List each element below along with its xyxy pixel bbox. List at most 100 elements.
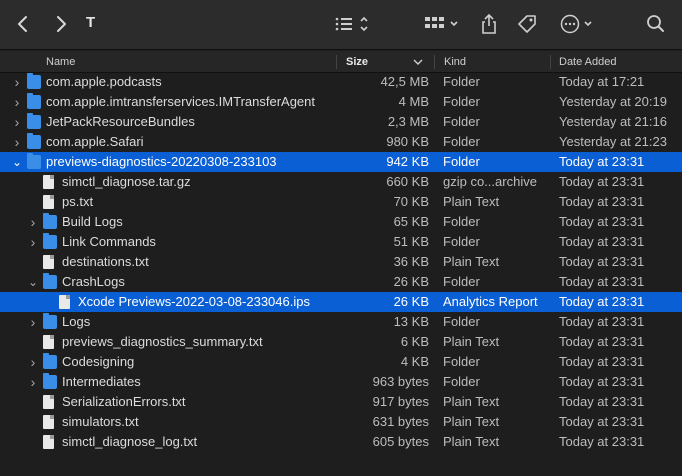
item-kind: Plain Text	[443, 434, 500, 449]
item-size: 13 KB	[393, 314, 429, 329]
disclosure-collapsed-icon[interactable]: ›	[12, 92, 22, 112]
item-kind: Plain Text	[443, 394, 500, 409]
item-size: 42,5 MB	[380, 74, 429, 89]
folder-row[interactable]: › com.apple.Safari 980 KB Folder Yesterday a…	[0, 132, 682, 152]
item-date-added: Today at 23:31	[559, 374, 645, 389]
forward-button[interactable]	[54, 13, 68, 35]
more-actions-button[interactable]	[560, 13, 598, 35]
item-kind: Plain Text	[443, 254, 500, 269]
column-date-header[interactable]: Date Added	[559, 51, 617, 73]
column-kind-header[interactable]: Kind	[444, 51, 466, 73]
column-name-header[interactable]: Name	[46, 51, 75, 73]
item-kind: Folder	[443, 134, 480, 149]
column-divider[interactable]	[434, 55, 435, 69]
list-icon	[335, 16, 368, 32]
disclosure-collapsed-icon[interactable]: ›	[12, 112, 22, 132]
file-row[interactable]: Xcode Previews-2022-03-08-233046.ips 26 K…	[0, 292, 682, 312]
file-row[interactable]: SerializationErrors.txt 917 bytes Plain Te…	[0, 392, 682, 412]
item-name: Link Commands	[62, 234, 156, 249]
item-kind: Folder	[443, 274, 480, 289]
item-name: ps.txt	[62, 194, 94, 209]
item-name: previews_diagnostics_summary.txt	[62, 334, 263, 349]
item-size: 36 KB	[393, 254, 429, 269]
file-row[interactable]: simulators.txt 631 bytes Plain Text Today a…	[0, 412, 682, 432]
document-icon	[43, 435, 54, 449]
column-size-header[interactable]: Size	[346, 51, 368, 73]
folder-row[interactable]: › Logs 13 KB Folder Today at 23:31	[0, 312, 682, 332]
file-row[interactable]: simctl_diagnose_log.txt 605 bytes Plain Te…	[0, 432, 682, 452]
item-kind: Folder	[443, 214, 480, 229]
share-icon	[482, 13, 496, 34]
item-kind: gzip co...archive	[443, 174, 537, 189]
item-name: com.apple.podcasts	[46, 74, 162, 89]
file-row[interactable]: simctl_diagnose.tar.gz 660 KB gzip co...ar…	[0, 172, 682, 192]
document-icon	[43, 255, 54, 269]
item-date-added: Today at 23:31	[559, 334, 645, 349]
item-kind: Plain Text	[443, 334, 500, 349]
window-title: T	[86, 14, 96, 31]
file-row[interactable]: ps.txt 70 KB Plain Text Today at 23:31	[0, 192, 682, 212]
item-size: 6 KB	[400, 334, 429, 349]
item-name: Logs	[62, 314, 91, 329]
disclosure-collapsed-icon[interactable]: ›	[28, 232, 38, 252]
folder-icon	[27, 73, 41, 89]
folder-icon	[43, 273, 57, 289]
item-size: 65 KB	[393, 214, 429, 229]
column-divider[interactable]	[550, 55, 551, 69]
column-divider[interactable]	[336, 55, 337, 69]
folder-row[interactable]: › com.apple.podcasts 42,5 MB Folder Today at…	[0, 72, 682, 92]
folder-row[interactable]: › Build Logs 65 KB Folder Today at 23:31	[0, 212, 682, 232]
folder-row[interactable]: › Intermediates 963 bytes Folder Today at 23…	[0, 372, 682, 392]
share-button[interactable]	[480, 13, 498, 35]
disclosure-collapsed-icon[interactable]: ›	[12, 72, 22, 92]
item-name: com.apple.Safari	[46, 134, 144, 149]
tag-button[interactable]	[516, 13, 538, 35]
chevron-right-icon	[57, 16, 66, 32]
item-size: 4 KB	[400, 354, 429, 369]
file-row[interactable]: previews_diagnostics_summary.txt 6 KB Plai…	[0, 332, 682, 352]
disclosure-collapsed-icon[interactable]: ›	[12, 132, 22, 152]
disclosure-collapsed-icon[interactable]: ›	[28, 312, 38, 332]
item-kind: Folder	[443, 114, 480, 129]
horizontal-scrollbar[interactable]	[0, 462, 682, 476]
view-options-button[interactable]	[334, 13, 374, 35]
disclosure-expanded-icon[interactable]: ⌄	[28, 272, 38, 292]
file-row[interactable]: destinations.txt 36 KB Plain Text Today at …	[0, 252, 682, 272]
search-button[interactable]	[646, 13, 666, 35]
chevron-left-icon	[18, 16, 27, 32]
folder-row[interactable]: › JetPackResourceBundles 2,3 MB Folder Yeste…	[0, 112, 682, 132]
group-button[interactable]	[424, 13, 462, 35]
item-kind: Folder	[443, 374, 480, 389]
back-button[interactable]	[16, 13, 30, 35]
disclosure-collapsed-icon[interactable]: ›	[28, 372, 38, 392]
item-name: simctl_diagnose.tar.gz	[62, 174, 191, 189]
folder-icon	[27, 113, 41, 129]
item-date-added: Today at 23:31	[559, 174, 645, 189]
item-date-added: Today at 23:31	[559, 154, 645, 169]
folder-icon	[43, 233, 57, 249]
item-size: 51 KB	[393, 234, 429, 249]
item-size: 917 bytes	[372, 394, 429, 409]
document-icon	[43, 415, 54, 429]
item-size: 605 bytes	[372, 434, 429, 449]
disclosure-collapsed-icon[interactable]: ›	[28, 352, 38, 372]
folder-icon	[27, 93, 41, 109]
sort-chevron-icon	[413, 59, 423, 65]
item-date-added: Yesterday at 21:16	[559, 114, 667, 129]
item-name: simulators.txt	[62, 414, 139, 429]
folder-row[interactable]: ⌄ previews-diagnostics-20220308-233103 942…	[0, 152, 682, 172]
disclosure-expanded-icon[interactable]: ⌄	[12, 152, 22, 172]
item-name: CrashLogs	[62, 274, 125, 289]
finder-toolbar: T	[0, 0, 682, 50]
document-icon	[43, 395, 54, 409]
folder-icon	[43, 313, 57, 329]
folder-row[interactable]: › com.apple.imtransferservices.IMTransfer…	[0, 92, 682, 112]
item-date-added: Today at 23:31	[559, 394, 645, 409]
item-date-added: Today at 23:31	[559, 254, 645, 269]
item-date-added: Today at 23:31	[559, 194, 645, 209]
folder-row[interactable]: › Codesigning 4 KB Folder Today at 23:31	[0, 352, 682, 372]
folder-row[interactable]: › Link Commands 51 KB Folder Today at 23:31	[0, 232, 682, 252]
item-name: destinations.txt	[62, 254, 149, 269]
folder-row[interactable]: ⌄ CrashLogs 26 KB Folder Today at 23:31	[0, 272, 682, 292]
disclosure-collapsed-icon[interactable]: ›	[28, 212, 38, 232]
